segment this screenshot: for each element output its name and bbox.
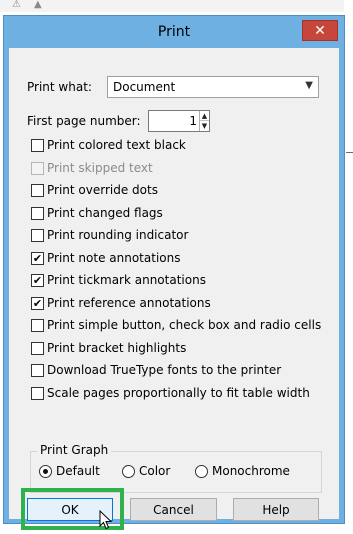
spinner-buttons: ▲ ▼ — [199, 111, 209, 131]
first-page-number-input[interactable]: 1 ▲ ▼ — [148, 110, 210, 132]
option-print-override-dots[interactable]: Print override dots — [31, 181, 158, 199]
option-label: Print reference annotations — [47, 296, 211, 310]
spin-up-icon[interactable]: ▲ — [200, 111, 209, 121]
checkbox-checked[interactable]: ✔ — [31, 251, 44, 265]
title-bar[interactable]: Print ✕ — [4, 16, 344, 48]
checkbox-checked[interactable]: ✔ — [31, 273, 44, 287]
checkmark-icon: ✔ — [32, 296, 43, 310]
checkbox[interactable] — [31, 206, 44, 220]
cancel-button[interactable]: Cancel — [130, 498, 217, 521]
radio-button[interactable] — [122, 464, 135, 478]
option-label: Print bracket highlights — [47, 341, 187, 355]
close-button[interactable]: ✕ — [302, 20, 338, 41]
option-label: Print note annotations — [47, 251, 181, 265]
radio-label: Color — [139, 464, 171, 478]
option-label: Print simple button, check box and radio… — [47, 318, 322, 332]
print-dialog: Print ✕ Print what: Document ▼ First pag… — [3, 15, 345, 530]
option-print-changed-flags[interactable]: Print changed flags — [31, 204, 163, 222]
radio-button[interactable] — [195, 464, 208, 478]
radio-default[interactable]: Default — [39, 462, 100, 480]
option-print-tickmark-annotations[interactable]: ✔ Print tickmark annotations — [31, 271, 206, 289]
warning-icon: ⚠ — [12, 0, 21, 10]
print-graph-title: Print Graph — [37, 443, 112, 457]
dialog-body: Print what: Document ▼ First page number… — [9, 48, 339, 530]
checkbox[interactable] — [31, 228, 44, 242]
option-label: Scale pages proportionally to fit table … — [47, 386, 310, 400]
checkbox[interactable] — [31, 318, 44, 332]
print-what-label: Print what: — [27, 80, 92, 94]
option-label: Download TrueType fonts to the printer — [47, 363, 282, 377]
option-label: Print override dots — [47, 183, 158, 197]
lock-icon: ▲ — [34, 0, 42, 10]
option-print-reference-annotations[interactable]: ✔ Print reference annotations — [31, 294, 211, 312]
first-page-value: 1 — [189, 114, 197, 128]
background-app-divider — [346, 152, 353, 153]
close-icon: ✕ — [314, 22, 326, 39]
dialog-title: Print — [157, 24, 191, 40]
print-what-value: Document — [113, 80, 176, 94]
background-app-toolbar — [0, 0, 353, 12]
background-app-edge — [344, 0, 353, 534]
print-what-select[interactable]: Document ▼ — [107, 76, 319, 98]
help-button[interactable]: Help — [233, 498, 319, 521]
radio-button-selected[interactable] — [39, 464, 52, 478]
checkbox — [31, 161, 44, 175]
option-label: Print colored text black — [47, 138, 186, 152]
chevron-down-icon: ▼ — [305, 80, 313, 91]
option-label: Print tickmark annotations — [47, 273, 206, 287]
checkbox[interactable] — [31, 363, 44, 377]
checkbox[interactable] — [31, 386, 44, 400]
radio-monochrome[interactable]: Monochrome — [195, 462, 290, 480]
option-label: Print rounding indicator — [47, 228, 189, 242]
option-scale-pages-to-fit[interactable]: Scale pages proportionally to fit table … — [31, 384, 310, 402]
radio-label: Default — [56, 464, 100, 478]
option-print-note-annotations[interactable]: ✔ Print note annotations — [31, 249, 180, 267]
mouse-cursor-icon — [99, 510, 113, 530]
option-print-bracket-highlights[interactable]: Print bracket highlights — [31, 339, 186, 357]
option-label: Print changed flags — [47, 206, 163, 220]
option-print-colored-text-black[interactable]: Print colored text black — [31, 136, 186, 154]
checkbox-checked[interactable]: ✔ — [31, 296, 44, 310]
first-page-label: First page number: — [27, 114, 141, 128]
checkmark-icon: ✔ — [32, 251, 43, 265]
option-download-truetype-fonts[interactable]: Download TrueType fonts to the printer — [31, 361, 281, 379]
option-print-skipped-text: Print skipped text — [31, 159, 153, 177]
option-label: Print skipped text — [47, 161, 153, 175]
spin-down-icon[interactable]: ▼ — [200, 121, 209, 131]
option-print-rounding-indicator[interactable]: Print rounding indicator — [31, 226, 188, 244]
checkmark-icon: ✔ — [32, 273, 43, 287]
checkbox[interactable] — [31, 138, 44, 152]
checkbox[interactable] — [31, 183, 44, 197]
radio-color[interactable]: Color — [122, 462, 170, 480]
radio-label: Monochrome — [212, 464, 290, 478]
checkbox[interactable] — [31, 341, 44, 355]
option-print-simple-button-cells[interactable]: Print simple button, check box and radio… — [31, 316, 321, 334]
